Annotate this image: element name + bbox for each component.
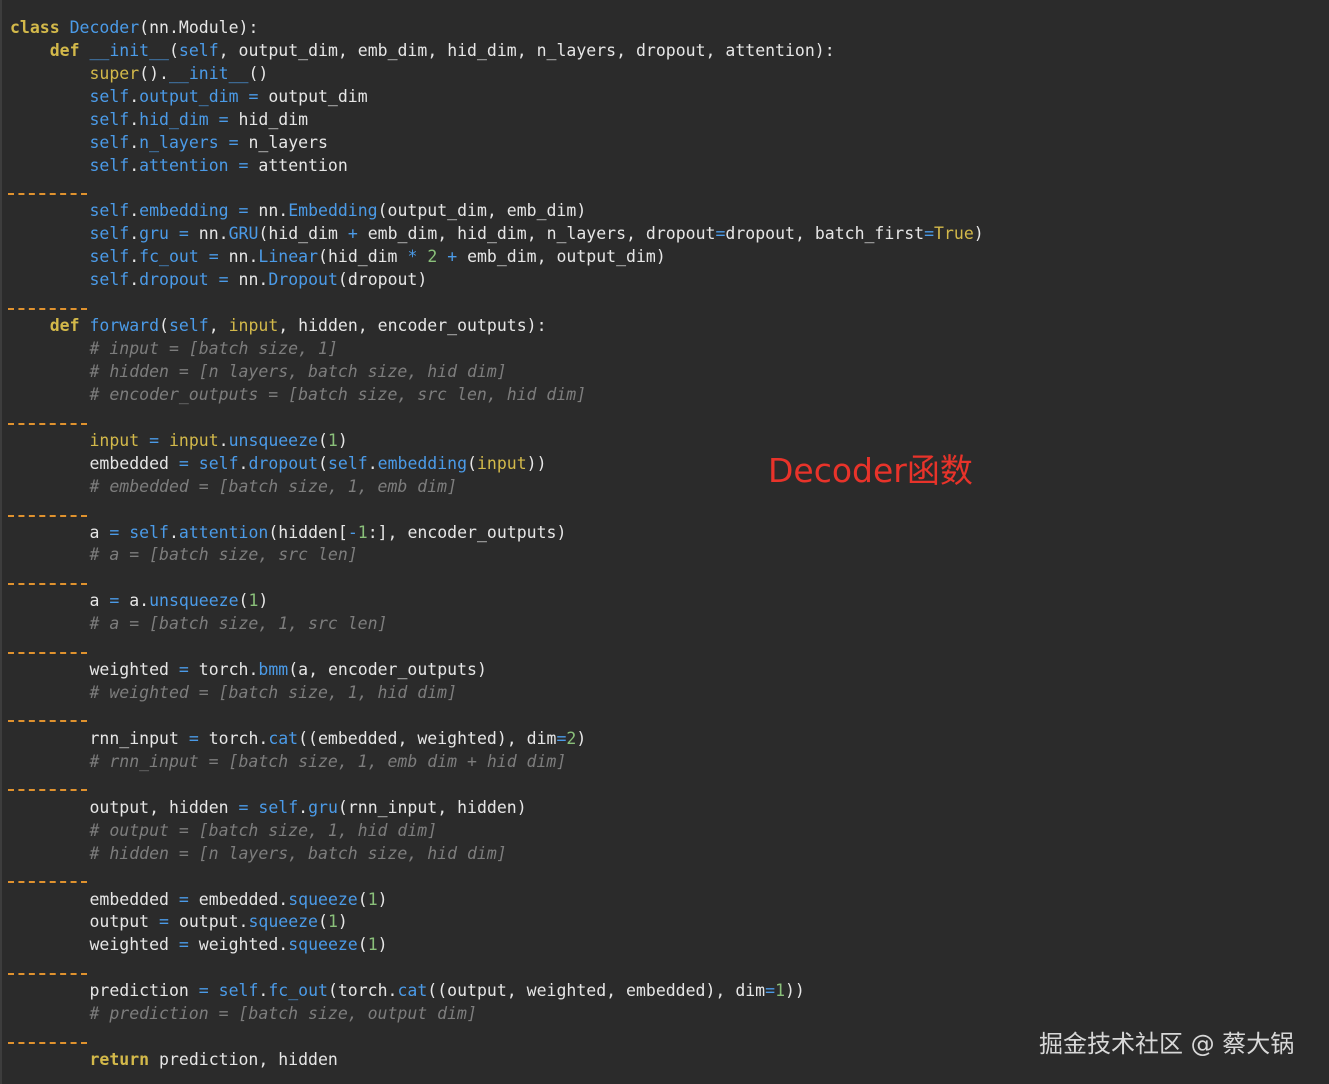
comment-line-18: # embedded = [batch size, 1, emb dim] xyxy=(10,477,458,496)
decoder-annotation-label: Decoder函数 xyxy=(768,451,973,490)
code-line-11: self.dropout = nn.Dropout(dropout) xyxy=(89,270,428,289)
code-line-6: self.n_layers = n_layers xyxy=(89,133,328,152)
code-line-4: self.output_dim = output_dim xyxy=(89,87,368,106)
comment-line-28: # output = [batch size, 1, hid dim] xyxy=(10,821,438,840)
watermark-text: 掘金技术社区 @ 蔡大锅 xyxy=(1039,1030,1295,1058)
code-line-31: output = output.squeeze(1) xyxy=(89,912,348,931)
code-line-8: self.embedding = nn.Embedding(output_dim… xyxy=(89,201,587,220)
comment-line-20: # a = [batch size, src len] xyxy=(10,545,358,564)
code-line-10: self.fc_out = nn.Linear(hid_dim * 2 + em… xyxy=(89,247,666,266)
section-separator xyxy=(8,193,87,195)
comment-line-26: # rnn_input = [batch size, 1, emb dim + … xyxy=(10,752,567,771)
section-separator xyxy=(8,515,87,517)
code-line-1: class Decoder(nn.Module): xyxy=(10,18,259,37)
code-line-17: embedded = self.dropout(self.embedding(i… xyxy=(89,454,547,473)
comment-line-24: # weighted = [batch size, 1, hid dim] xyxy=(10,683,458,702)
code-editor[interactable]: class Decoder(nn.Module): def __init__(s… xyxy=(0,0,1329,1084)
section-separator xyxy=(8,1042,87,1044)
code-line-30: embedded = embedded.squeeze(1) xyxy=(89,890,388,909)
section-separator xyxy=(8,973,87,975)
code-line-5: self.hid_dim = hid_dim xyxy=(89,110,309,129)
section-separator xyxy=(8,308,87,310)
section-separator xyxy=(8,652,87,654)
section-separator xyxy=(8,720,87,722)
section-separator xyxy=(8,789,87,791)
section-separator xyxy=(8,423,87,425)
code-line-3: super().__init__() xyxy=(89,64,269,83)
section-separator xyxy=(8,583,87,585)
section-separator xyxy=(8,881,87,883)
code-line-12: def forward(self, input, hidden, encoder… xyxy=(49,316,547,335)
code-line-25: rnn_input = torch.cat((embedded, weighte… xyxy=(89,729,587,748)
code-line-35: return prediction, hidden xyxy=(89,1050,338,1069)
code-line-33: prediction = self.fc_out(torch.cat((outp… xyxy=(89,981,805,1000)
comment-line-14: # hidden = [n layers, batch size, hid di… xyxy=(10,362,507,381)
code-line-7: self.attention = attention xyxy=(89,156,348,175)
code-line-19: a = self.attention(hidden[-1:], encoder_… xyxy=(89,523,567,542)
comment-line-22: # a = [batch size, 1, src len] xyxy=(10,614,388,633)
comment-line-15: # encoder_outputs = [batch size, src len… xyxy=(10,385,587,404)
code-line-32: weighted = weighted.squeeze(1) xyxy=(89,935,388,954)
code-line-21: a = a.unsqueeze(1) xyxy=(89,591,269,610)
code-line-27: output, hidden = self.gru(rnn_input, hid… xyxy=(89,798,527,817)
code-line-16: input = input.unsqueeze(1) xyxy=(89,431,348,450)
code-line-9: self.gru = nn.GRU(hid_dim + emb_dim, hid… xyxy=(89,224,984,243)
comment-line-29: # hidden = [n layers, batch size, hid di… xyxy=(10,844,507,863)
comment-line-34: # prediction = [batch size, output dim] xyxy=(10,1004,477,1023)
code-line-2: def __init__(self, output_dim, emb_dim, … xyxy=(49,41,835,60)
code-line-23: weighted = torch.bmm(a, encoder_outputs) xyxy=(89,660,487,679)
comment-line-13: # input = [batch size, 1] xyxy=(10,339,338,358)
